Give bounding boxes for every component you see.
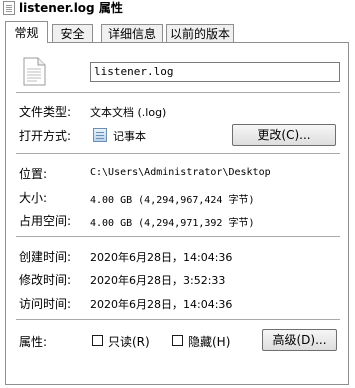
hidden-checkbox[interactable] — [172, 335, 183, 346]
open-with-app: 记事本 — [113, 130, 146, 143]
file-name-input[interactable]: listener.log — [90, 62, 340, 82]
tab-details[interactable]: 详细信息 — [101, 24, 163, 42]
separator — [16, 92, 340, 94]
tab-previous-versions[interactable]: 以前的版本 — [166, 24, 234, 42]
document-icon — [3, 1, 15, 15]
file-type-value: 文本文档 (.log) — [90, 106, 167, 119]
size-label: 大小: — [19, 191, 48, 205]
text-file-icon — [23, 57, 46, 86]
created-value: 2020年6月28日，14:04:36 — [90, 251, 233, 264]
tab-general[interactable]: 常规 — [5, 21, 48, 43]
open-with-label: 打开方式: — [19, 129, 72, 143]
hidden-label[interactable]: 隐藏(H) — [188, 333, 230, 350]
title-bar[interactable]: listener.log 属性 — [0, 0, 355, 17]
location-label: 位置: — [19, 167, 48, 181]
change-button[interactable]: 更改(C)... — [232, 124, 336, 146]
modified-value: 2020年6月28日，3:52:33 — [90, 274, 226, 287]
created-label: 创建时间: — [19, 250, 72, 264]
accessed-value: 2020年6月28日，14:04:36 — [90, 298, 233, 311]
separator — [16, 319, 340, 321]
readonly-checkbox[interactable] — [92, 335, 103, 346]
separator — [16, 236, 340, 238]
size-on-disk-value: 4.00 GB (4,294,971,392 字节) — [90, 218, 255, 229]
location-value: C:\Users\Administrator\Desktop — [90, 167, 271, 178]
separator — [16, 153, 340, 155]
tab-security[interactable]: 安全 — [52, 24, 93, 42]
file-type-label: 文件类型: — [19, 105, 72, 119]
window-title: listener.log 属性 — [19, 1, 123, 15]
attributes-label: 属性: — [19, 335, 48, 349]
notepad-icon — [93, 128, 107, 142]
modified-label: 修改时间: — [19, 273, 72, 287]
size-value: 4.00 GB (4,294,967,424 字节) — [90, 195, 255, 206]
size-on-disk-label: 占用空间: — [19, 214, 72, 228]
accessed-label: 访问时间: — [19, 297, 72, 311]
readonly-label[interactable]: 只读(R) — [108, 333, 150, 350]
advanced-button[interactable]: 高级(D)... — [262, 329, 337, 351]
